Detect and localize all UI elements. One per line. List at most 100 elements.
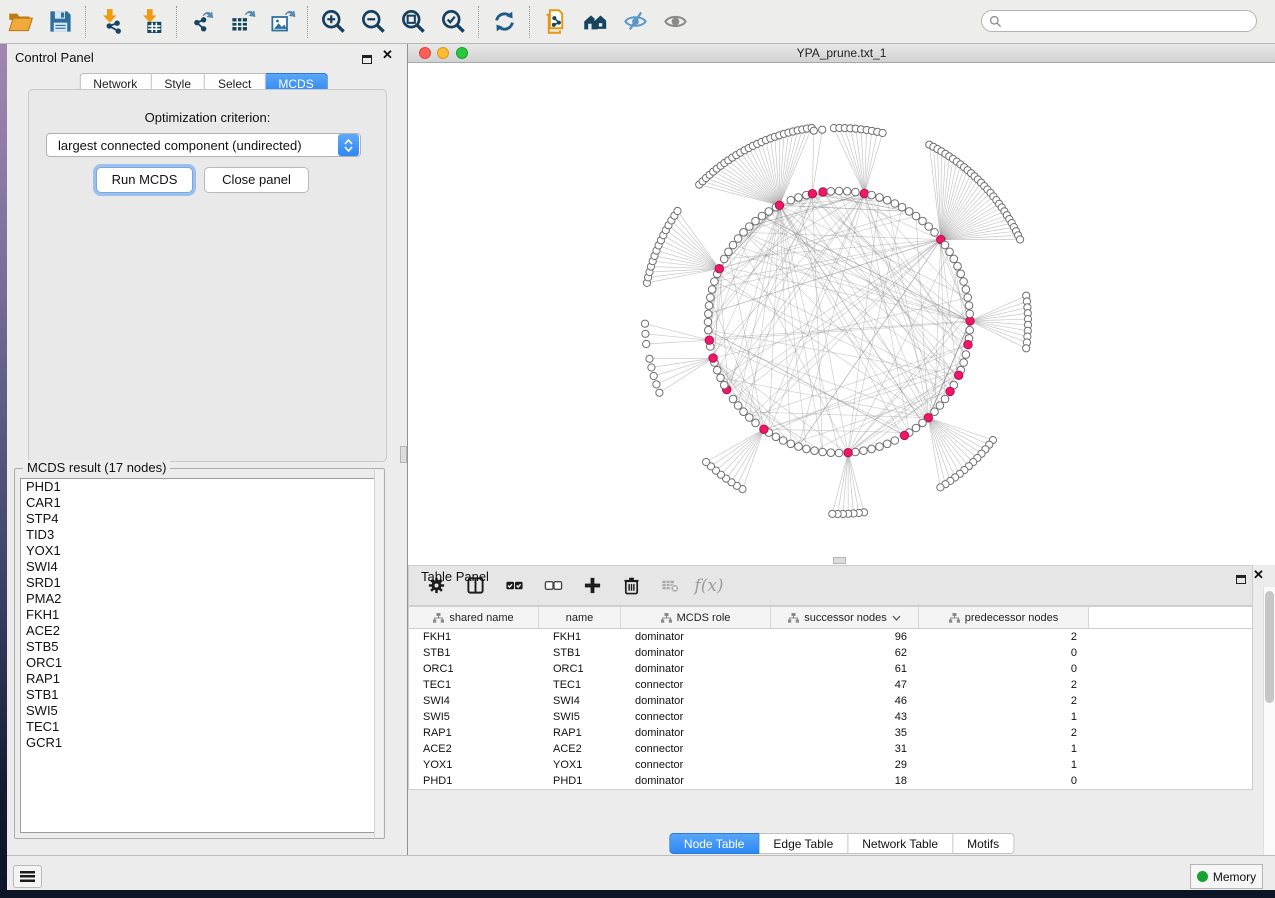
network-edge[interactable] xyxy=(717,169,780,206)
network-node[interactable] xyxy=(868,191,876,199)
network-edge[interactable] xyxy=(749,148,780,205)
export-network-button[interactable] xyxy=(182,3,222,41)
network-node[interactable] xyxy=(705,302,713,310)
network-node[interactable] xyxy=(819,448,827,456)
network-node[interactable] xyxy=(734,235,742,243)
network-node[interactable] xyxy=(957,270,965,278)
delete-table-button[interactable] xyxy=(659,574,681,598)
network-edge[interactable] xyxy=(848,385,954,453)
network-node[interactable] xyxy=(925,223,933,231)
table-row[interactable]: FKH1FKH1dominator962 xyxy=(409,629,1252,645)
network-node[interactable] xyxy=(883,196,891,204)
network-node[interactable] xyxy=(746,414,754,422)
network-node[interactable] xyxy=(843,188,851,196)
network-edge[interactable] xyxy=(650,269,720,272)
network-edge[interactable] xyxy=(651,358,713,367)
network-edge[interactable] xyxy=(709,322,970,340)
network-node[interactable] xyxy=(708,286,716,294)
network-edge[interactable] xyxy=(970,321,1028,331)
network-node[interactable] xyxy=(729,241,737,249)
network-node[interactable] xyxy=(734,402,742,410)
mcds-result-list[interactable]: PHD1CAR1STP4TID3YOX1SWI4SRD1PMA2FKH1ACE2… xyxy=(20,478,379,833)
network-node[interactable] xyxy=(941,395,949,403)
network-node[interactable] xyxy=(912,212,920,220)
table-row[interactable]: ACE2ACE2connector311 xyxy=(409,741,1252,757)
column-header-predecessor-nodes[interactable]: predecessor nodes xyxy=(919,607,1089,628)
network-edge[interactable] xyxy=(678,211,720,269)
column-header-name[interactable]: name xyxy=(539,607,621,628)
network-node[interactable] xyxy=(960,359,968,367)
network-node[interactable] xyxy=(795,194,803,202)
mcds-result-item[interactable]: STB5 xyxy=(21,639,378,655)
network-edge[interactable] xyxy=(656,358,713,384)
zoom-fit-button[interactable] xyxy=(393,3,433,41)
network-edge[interactable] xyxy=(645,334,709,340)
network-node[interactable] xyxy=(936,402,944,410)
open-file-button[interactable] xyxy=(0,3,40,41)
network-hub-node[interactable] xyxy=(775,201,783,209)
network-edge[interactable] xyxy=(745,150,780,205)
table-row[interactable]: ORC1ORC1dominator610 xyxy=(409,661,1252,677)
mcds-result-item[interactable]: FKH1 xyxy=(21,607,378,623)
mcds-result-item[interactable]: ACE2 xyxy=(21,623,378,639)
mcds-result-item[interactable]: SWI5 xyxy=(21,703,378,719)
network-edge[interactable] xyxy=(709,340,909,432)
network-svg[interactable] xyxy=(408,63,1275,565)
mcds-result-item[interactable]: RAP1 xyxy=(21,671,378,687)
search-input[interactable] xyxy=(1002,12,1256,30)
network-node[interactable] xyxy=(811,447,819,455)
table-row[interactable]: SWI4SWI4dominator462 xyxy=(409,693,1252,709)
network-node[interactable] xyxy=(705,326,713,334)
column-header-successor-nodes[interactable]: successor nodes xyxy=(771,607,919,628)
network-node[interactable] xyxy=(1017,236,1024,243)
memory-button[interactable]: Memory xyxy=(1190,864,1263,889)
network-edge[interactable] xyxy=(706,429,764,462)
clone-network-button[interactable] xyxy=(535,3,575,41)
network-edge[interactable] xyxy=(941,223,1012,240)
network-edge[interactable] xyxy=(706,178,780,205)
network-edge[interactable] xyxy=(711,429,764,466)
network-node[interactable] xyxy=(740,229,748,237)
network-edge[interactable] xyxy=(850,128,864,193)
window-maximize-button[interactable] xyxy=(456,47,468,59)
network-edge[interactable] xyxy=(848,453,859,513)
zoom-in-button[interactable] xyxy=(313,3,353,41)
network-edge[interactable] xyxy=(769,211,959,375)
network-edge[interactable] xyxy=(648,269,719,278)
network-node[interactable] xyxy=(883,440,891,448)
network-edge[interactable] xyxy=(736,155,779,205)
network-hub-node[interactable] xyxy=(946,387,954,395)
network-hub-node[interactable] xyxy=(819,188,827,196)
float-table-panel-button[interactable] xyxy=(1236,571,1246,589)
table-row[interactable]: STB1STB1dominator620 xyxy=(409,645,1252,661)
network-node[interactable] xyxy=(787,196,795,204)
network-node[interactable] xyxy=(931,408,939,416)
network-node[interactable] xyxy=(656,389,663,396)
network-edge[interactable] xyxy=(864,133,882,194)
network-hub-node[interactable] xyxy=(955,371,963,379)
import-table-button[interactable] xyxy=(131,3,171,41)
network-hub-node[interactable] xyxy=(715,265,723,273)
show-graphics-details-button[interactable] xyxy=(655,3,695,41)
table-row[interactable]: PHD1PHD1dominator180 xyxy=(409,773,1252,789)
network-window-titlebar[interactable]: YPA_prune.txt_1 xyxy=(408,44,1275,63)
network-node[interactable] xyxy=(642,330,649,337)
mcds-result-item[interactable]: SWI4 xyxy=(21,559,378,575)
network-node[interactable] xyxy=(713,366,721,374)
network-edge[interactable] xyxy=(721,429,764,474)
network-node[interactable] xyxy=(919,217,927,225)
run-mcds-button[interactable]: Run MCDS xyxy=(96,167,193,193)
network-hub-node[interactable] xyxy=(808,190,816,198)
network-node[interactable] xyxy=(931,229,939,237)
network-edge[interactable] xyxy=(756,240,941,423)
network-edge[interactable] xyxy=(709,321,970,339)
network-node[interactable] xyxy=(717,374,725,382)
network-edge[interactable] xyxy=(654,358,713,376)
network-hub-node[interactable] xyxy=(760,425,768,433)
network-node[interactable] xyxy=(950,255,958,263)
network-edge[interactable] xyxy=(780,205,791,443)
network-edge[interactable] xyxy=(726,429,764,478)
network-node[interactable] xyxy=(962,351,970,359)
network-node[interactable] xyxy=(752,419,760,427)
network-edge[interactable] xyxy=(970,302,1027,321)
